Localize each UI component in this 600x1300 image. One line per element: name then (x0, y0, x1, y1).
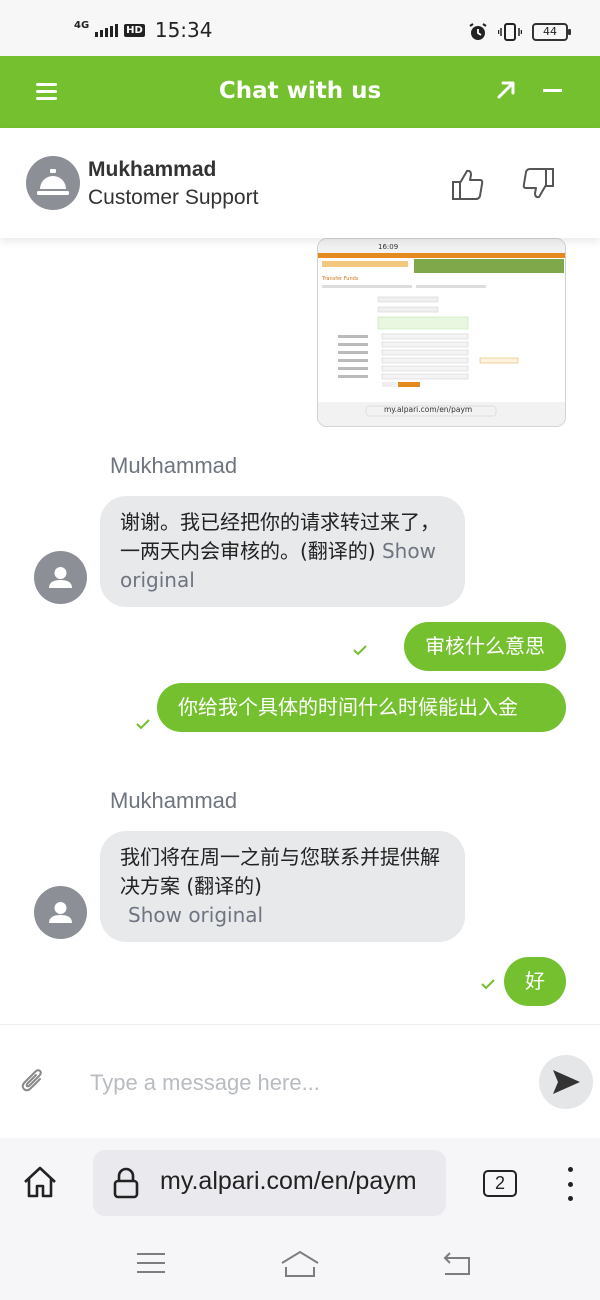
agent-message-avatar (34, 886, 87, 939)
lock-icon (113, 1167, 139, 1199)
screenshot-attachment[interactable]: 16:09 Transfer Funds my.alpari.com/en/pa… (317, 238, 566, 427)
message-input[interactable] (90, 1063, 520, 1103)
outgoing-message-bubble: 你给我个具体的时间什么时候能出入金 (157, 683, 566, 732)
check-icon (136, 719, 150, 730)
incoming-message-bubble: 我们将在周一之前与您联系并提供解决方案 (翻译的) Show original (100, 831, 465, 942)
browser-bar: my.alpari.com/en/paym 2 (0, 1138, 600, 1230)
tabs-button[interactable]: 2 (483, 1170, 517, 1197)
signal-icon (95, 23, 119, 37)
vibrate-icon (498, 23, 522, 41)
minimize-icon[interactable] (543, 89, 562, 92)
more-options-icon[interactable] (566, 1167, 574, 1201)
incoming-message-bubble: 谢谢。我已经把你的请求转过来了，一两天内会审核的。(翻译的) Show orig… (100, 496, 465, 607)
preview-status-time: 16:09 (378, 243, 398, 251)
status-time: 15:34 (154, 18, 213, 42)
battery-icon: 44 (532, 23, 571, 41)
message-text: 你给我个具体的时间什么时候能出入金 (178, 695, 518, 719)
thumbs-up-icon[interactable] (450, 168, 486, 202)
message-text: 审核什么意思 (425, 634, 545, 658)
recent-apps-icon[interactable] (137, 1253, 165, 1273)
check-icon (353, 645, 367, 656)
send-button[interactable] (539, 1055, 593, 1109)
outgoing-message-bubble: 审核什么意思 (404, 622, 566, 671)
expand-icon[interactable] (494, 78, 518, 102)
url-bar[interactable]: my.alpari.com/en/paym (93, 1150, 446, 1216)
preview-page-title: Transfer Funds (321, 276, 359, 282)
message-composer (0, 1024, 600, 1138)
check-icon (481, 979, 495, 990)
message-sender: Mukhammad (110, 453, 238, 478)
paperclip-icon[interactable] (20, 1067, 46, 1095)
thumbs-down-icon[interactable] (520, 166, 556, 200)
agent-role: Customer Support (88, 186, 259, 209)
preview-url: my.alpari.com/en/paym (384, 405, 472, 414)
home-icon[interactable] (22, 1165, 58, 1199)
network-type: 4G (74, 20, 90, 31)
outgoing-message-bubble: 好 (504, 957, 566, 1006)
hd-badge: HD (124, 23, 145, 37)
agent-avatar (26, 156, 80, 210)
user-icon (49, 567, 72, 588)
system-home-icon[interactable] (280, 1250, 320, 1278)
status-left: 4G HD 15:34 (74, 18, 212, 42)
screenshot-preview-image: 16:09 Transfer Funds my.alpari.com/en/pa… (318, 239, 565, 426)
alarm-icon (469, 23, 487, 40)
send-icon (553, 1070, 580, 1094)
back-icon[interactable] (441, 1251, 473, 1277)
status-right: 44 (468, 22, 571, 42)
message-text: 好 (525, 969, 545, 993)
show-original-link[interactable]: Show original (128, 903, 263, 927)
message-sender: Mukhammad (110, 788, 238, 813)
system-navigation-bar (0, 1230, 600, 1300)
message-text: 我们将在周一之前与您联系并提供解决方案 (翻译的) (120, 845, 440, 898)
status-bar: 4G HD 15:34 44 (0, 0, 600, 56)
service-bell-icon (37, 169, 69, 195)
user-icon (49, 902, 72, 923)
url-text: my.alpari.com/en/paym (160, 1167, 417, 1195)
agent-message-avatar (34, 551, 87, 604)
agent-header: Mukhammad Customer Support (0, 128, 600, 238)
agent-name: Mukhammad (88, 158, 217, 181)
